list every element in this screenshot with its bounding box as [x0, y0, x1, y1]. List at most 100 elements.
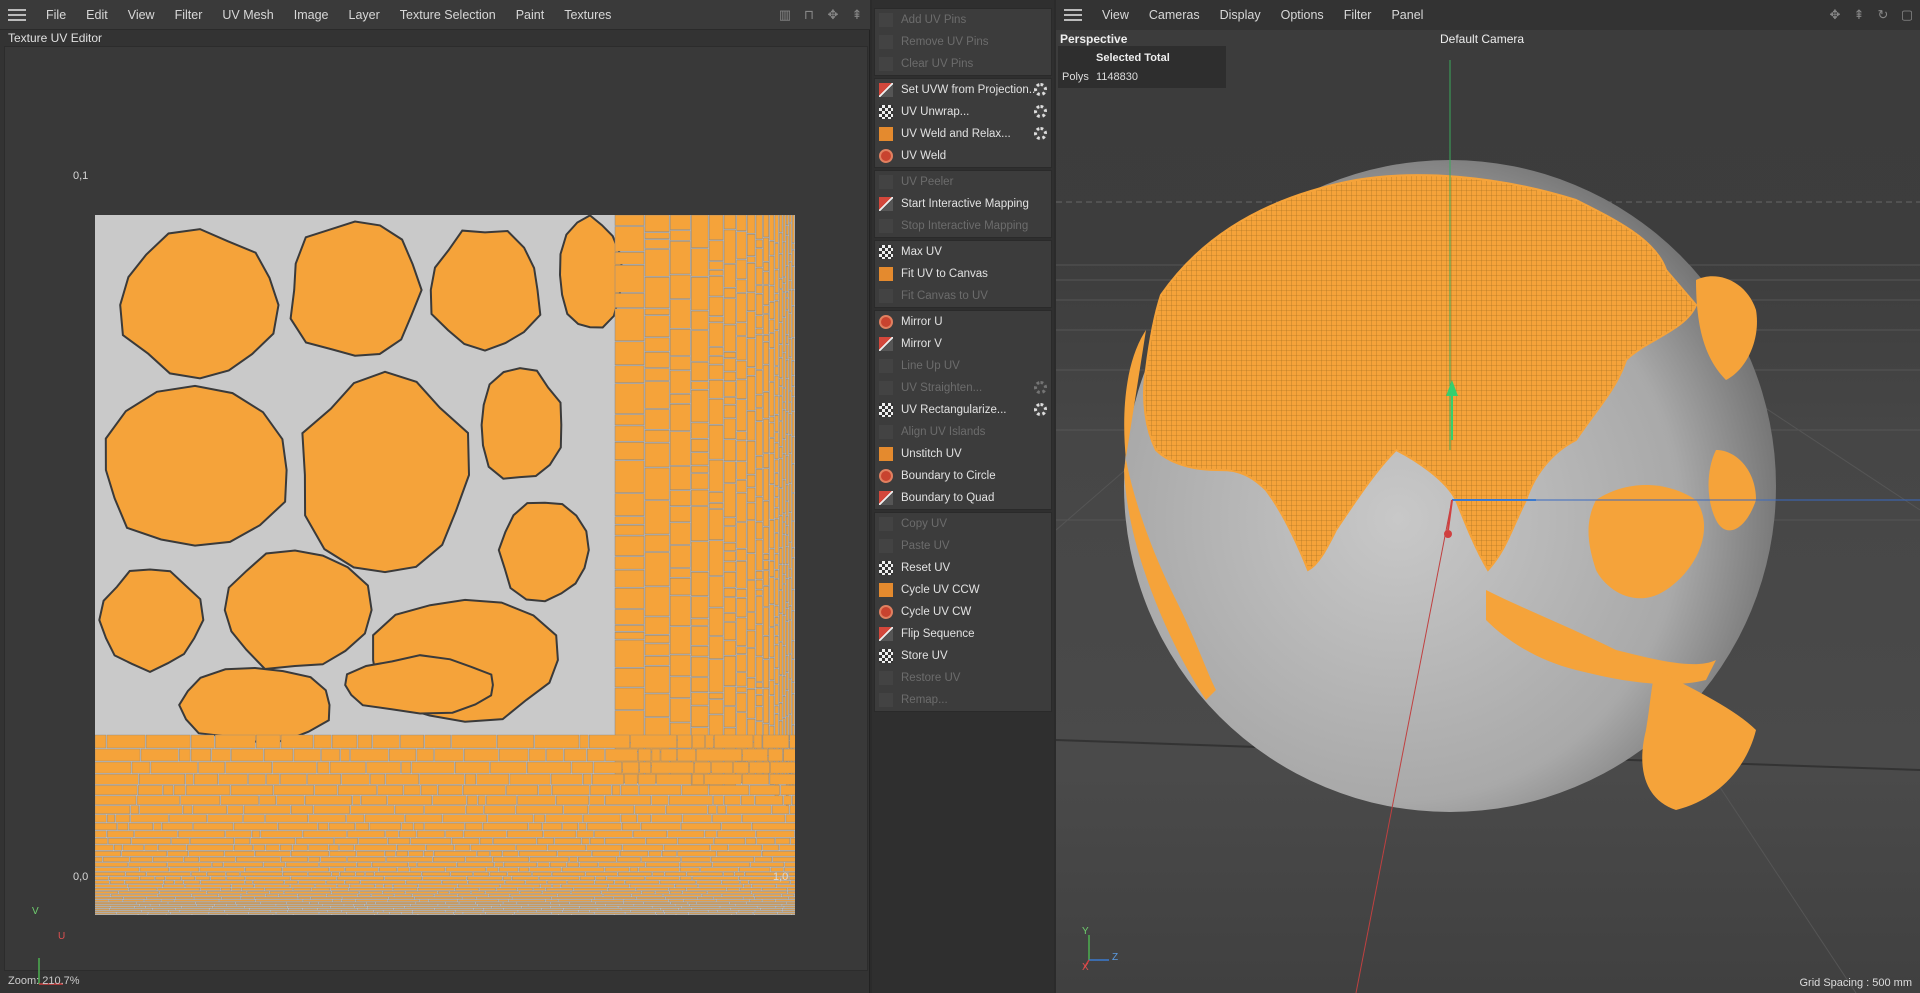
uv-space[interactable]	[95, 215, 795, 915]
cmd-uv-unwrap[interactable]: UV Unwrap...	[875, 101, 1051, 123]
cmd-uv-weld-and-relax[interactable]: UV Weld and Relax...	[875, 123, 1051, 145]
cmd-fit-canvas-to-uv[interactable]: Fit Canvas to UV	[875, 285, 1051, 307]
cmd-label: Start Interactive Mapping	[901, 198, 1029, 210]
cmd-mirror-u[interactable]: Mirror U	[875, 311, 1051, 333]
menu-file[interactable]: File	[36, 8, 76, 22]
uv-weld-icon	[879, 149, 893, 163]
pin-icon[interactable]: ⇞	[1852, 8, 1866, 22]
rotate-view-icon[interactable]: ↻	[1876, 8, 1890, 22]
stats-header: Selected Total	[1096, 52, 1170, 64]
cmd-add-uv-pins[interactable]: Add UV Pins	[875, 9, 1051, 31]
store-uv-icon	[879, 649, 893, 663]
vp-menu-view[interactable]: View	[1092, 8, 1139, 22]
uv-corner-bottom-right: 1,0	[773, 871, 789, 883]
cmd-label: Max UV	[901, 246, 942, 258]
cmd-label: Restore UV	[901, 672, 961, 684]
gear-icon[interactable]	[1034, 105, 1047, 118]
cmd-copy-uv[interactable]: Copy UV	[875, 513, 1051, 535]
cmd-flip-sequence[interactable]: Flip Sequence	[875, 623, 1051, 645]
gear-icon[interactable]	[1034, 127, 1047, 140]
cmd-label: Line Up UV	[901, 360, 960, 372]
cmd-label: Remap...	[901, 694, 948, 706]
add-uv-pins-icon	[879, 13, 893, 27]
menu-image[interactable]: Image	[284, 8, 339, 22]
menu-texture-selection[interactable]: Texture Selection	[390, 8, 506, 22]
vp-menu-display[interactable]: Display	[1210, 8, 1271, 22]
cmd-remove-uv-pins[interactable]: Remove UV Pins	[875, 31, 1051, 53]
cmd-uv-straighten[interactable]: UV Straighten...	[875, 377, 1051, 399]
cmd-uv-weld[interactable]: UV Weld	[875, 145, 1051, 167]
3d-viewport[interactable]: Perspective Default Camera Selected Tota…	[1056, 30, 1920, 993]
cmd-restore-uv[interactable]: Restore UV	[875, 667, 1051, 689]
cmd-label: Store UV	[901, 650, 948, 662]
menu-view[interactable]: View	[118, 8, 165, 22]
menu-edit[interactable]: Edit	[76, 8, 118, 22]
hamburger-menu-icon[interactable]	[1064, 9, 1082, 21]
command-group: Mirror U Mirror V Line Up UV UV Straighten.…	[874, 310, 1052, 510]
cmd-boundary-to-quad[interactable]: Boundary to Quad	[875, 487, 1051, 509]
cmd-stop-interactive-mapping[interactable]: Stop Interactive Mapping	[875, 215, 1051, 237]
histogram-icon[interactable]: ▥	[778, 7, 792, 22]
menu-paint[interactable]: Paint	[506, 8, 555, 22]
pin-icon[interactable]: ⇞	[850, 7, 864, 22]
menu-layer[interactable]: Layer	[339, 8, 390, 22]
menu-textures[interactable]: Textures	[554, 8, 621, 22]
cmd-label: Cycle UV CCW	[901, 584, 980, 596]
cmd-align-uv-islands[interactable]: Align UV Islands	[875, 421, 1051, 443]
cmd-label: Add UV Pins	[901, 14, 967, 26]
command-group: Copy UV Paste UV Reset UV Cycle UV CCW Cycle…	[874, 512, 1052, 712]
gear-icon[interactable]	[1034, 403, 1047, 416]
cmd-line-up-uv[interactable]: Line Up UV	[875, 355, 1051, 377]
vp-menu-filter[interactable]: Filter	[1334, 8, 1382, 22]
boundary-to-quad-icon	[879, 491, 893, 505]
command-group: Add UV Pins Remove UV Pins Clear UV Pins	[874, 8, 1052, 76]
vp-menu-options[interactable]: Options	[1271, 8, 1334, 22]
cmd-clear-uv-pins[interactable]: Clear UV Pins	[875, 53, 1051, 75]
uv-corner-top-left: 0,1	[73, 170, 89, 182]
cmd-paste-uv[interactable]: Paste UV	[875, 535, 1051, 557]
start-interactive-mapping-icon	[879, 197, 893, 211]
cmd-store-uv[interactable]: Store UV	[875, 645, 1051, 667]
menu-filter[interactable]: Filter	[165, 8, 213, 22]
panel-title: Texture UV Editor	[8, 31, 103, 45]
cmd-uv-rectangularize[interactable]: UV Rectangularize...	[875, 399, 1051, 421]
fit-canvas-to-uv-icon	[879, 289, 893, 303]
uv-canvas[interactable]: 0,1 0,0 1,0 V U	[4, 46, 868, 985]
cmd-remap[interactable]: Remap...	[875, 689, 1051, 711]
move-view-icon[interactable]: ✥	[826, 7, 840, 22]
cmd-label: Remove UV Pins	[901, 36, 989, 48]
gear-icon[interactable]	[1034, 83, 1047, 96]
cmd-label: Cycle UV CW	[901, 606, 972, 618]
hamburger-menu-icon[interactable]	[8, 8, 26, 21]
cmd-set-uvw-from-projection[interactable]: Set UVW from Projection...	[875, 79, 1051, 101]
uv-menubar: File Edit View Filter UV Mesh Image Laye…	[0, 0, 870, 30]
cmd-label: UV Unwrap...	[901, 106, 970, 118]
cmd-boundary-to-circle[interactable]: Boundary to Circle	[875, 465, 1051, 487]
gear-icon[interactable]	[1034, 381, 1047, 394]
cmd-start-interactive-mapping[interactable]: Start Interactive Mapping	[875, 193, 1051, 215]
axis-z-label: Z	[1112, 952, 1119, 963]
lock-icon[interactable]: ⊓	[802, 7, 816, 22]
vp-menu-cameras[interactable]: Cameras	[1139, 8, 1210, 22]
zoom-readout: Zoom: 210.7%	[8, 975, 80, 987]
cmd-reset-uv[interactable]: Reset UV	[875, 557, 1051, 579]
cmd-label: UV Peeler	[901, 176, 954, 188]
viewport-menubar: View Cameras Display Options Filter Pane…	[1056, 0, 1920, 30]
camera-label[interactable]: Default Camera	[1440, 32, 1524, 46]
cmd-uv-peeler[interactable]: UV Peeler	[875, 171, 1051, 193]
maximize-icon[interactable]: ▢	[1900, 8, 1914, 22]
cmd-fit-uv-to-canvas[interactable]: Fit UV to Canvas	[875, 263, 1051, 285]
clear-uv-pins-icon	[879, 57, 893, 71]
cmd-unstitch-uv[interactable]: Unstitch UV	[875, 443, 1051, 465]
move-view-icon[interactable]: ✥	[1828, 8, 1842, 22]
cmd-mirror-v[interactable]: Mirror V	[875, 333, 1051, 355]
cmd-label: Fit Canvas to UV	[901, 290, 988, 302]
stats-polys-label: Polys	[1062, 71, 1089, 83]
cmd-cycle-uv-cw[interactable]: Cycle UV CW	[875, 601, 1051, 623]
cmd-max-uv[interactable]: Max UV	[875, 241, 1051, 263]
vp-menu-panel[interactable]: Panel	[1381, 8, 1433, 22]
menu-uv-mesh[interactable]: UV Mesh	[212, 8, 283, 22]
uv-corner-bottom-left: 0,0	[73, 871, 89, 883]
cmd-cycle-uv-ccw[interactable]: Cycle UV CCW	[875, 579, 1051, 601]
cycle-uv-ccw-icon	[879, 583, 893, 597]
